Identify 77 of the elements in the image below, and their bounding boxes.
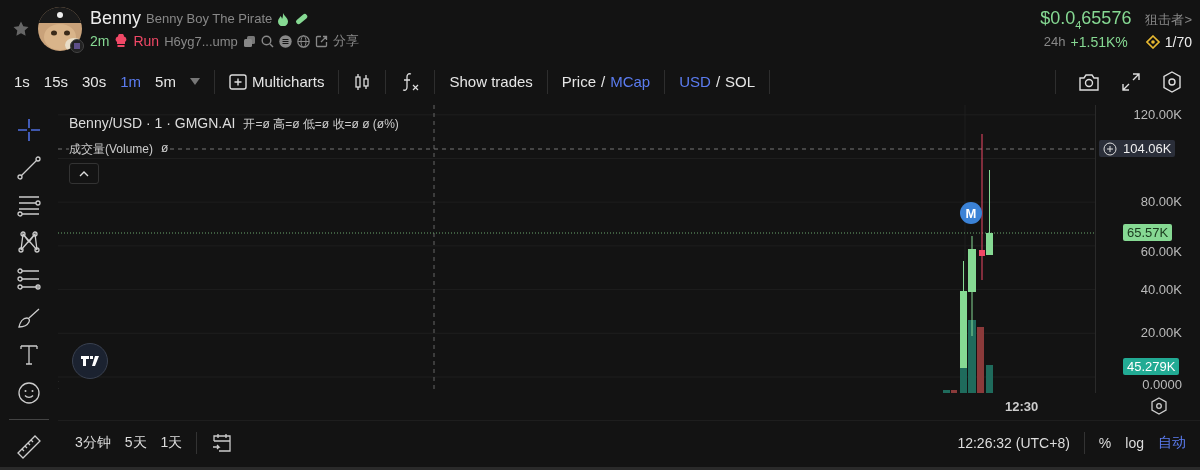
interval-tab[interactable]: 1s [14,73,30,90]
range-button[interactable]: 1天 [160,434,183,452]
logo-icon [81,356,99,366]
share-link[interactable]: 分享 [332,32,359,50]
volume-price-label: 45.279K [1123,358,1180,375]
interval-tab[interactable]: 15s [43,73,69,90]
trend-line-icon[interactable] [16,154,42,181]
price-change: +1.51K% [1070,33,1128,50]
price-mode-option[interactable]: Price [561,73,596,90]
chart-legend: Benny/USD · 1 · GMGN.AI [69,115,236,131]
chevron-up-icon [79,170,89,177]
chart-logo[interactable] [72,343,108,379]
token-address[interactable]: H6yg7...ump [164,33,238,49]
pattern-icon[interactable] [16,229,42,256]
dropdown-caret-icon[interactable] [189,77,200,86]
flame-icon [277,11,290,26]
interval-tab[interactable]: 30s [82,73,107,90]
price-axis-label: 20.00K [1140,325,1182,342]
interval-tab[interactable]: 1m [120,73,142,90]
token-name: Benny Boy The Pirate [146,11,273,26]
range-button[interactable]: 3分钟 [75,434,111,452]
scale-option[interactable]: % [1098,435,1112,451]
scale-option[interactable]: 自动 [1158,434,1186,452]
add-box-icon[interactable] [228,73,247,90]
star-icon[interactable] [12,20,30,38]
price-axis-label: 40.00K [1140,281,1182,298]
add-circle-icon[interactable] [1103,141,1117,156]
crosshair-price-label: 104.06K [1099,140,1176,157]
ruler-icon[interactable] [16,433,42,460]
chain-icon [70,39,84,53]
crosshair-icon[interactable] [16,117,42,143]
clock-time: 12:26:32 (UTC+8) [957,435,1070,451]
volume-label: 成交量(Volume) [69,141,154,158]
volume-value: ø [161,141,169,157]
settings-icon[interactable] [1162,70,1182,93]
fullscreen-icon[interactable] [1122,72,1140,91]
slash-separator: / [715,73,721,90]
change-period: 24h [1043,34,1066,50]
candles-icon[interactable] [353,72,372,91]
axis-settings-icon[interactable] [1150,397,1168,415]
last-price-label: 65.57K [1123,224,1173,241]
price-axis-label: 80.00K [1140,194,1182,211]
scale-option[interactable]: log [1125,435,1144,451]
rank-count: 1/70 [1164,33,1192,50]
token-price: $0.0$_{4}$65576 [1040,8,1132,31]
slash-separator: / [601,73,606,90]
search-icon[interactable] [260,34,274,48]
show-trades-button[interactable]: Show trades [449,73,533,90]
fib-levels-icon[interactable] [16,267,42,293]
price-axis-label: 120.00K [1133,106,1182,123]
sniper-link[interactable]: 狙击者> [1145,10,1192,29]
multicharts-button[interactable]: Multicharts [251,73,325,90]
status-label: Run [133,33,160,49]
price-axis-label: 0.0000 [1142,377,1182,393]
camera-icon[interactable] [1078,71,1100,92]
globe-icon[interactable] [296,34,310,48]
token-symbol: Benny [90,8,142,29]
price-axis-label: 60.00K [1140,243,1182,260]
token-age: 2m [90,33,110,49]
interval-tab[interactable]: 5m [155,73,176,90]
currency-option[interactable]: USD [679,73,711,90]
target-icon [1145,34,1160,49]
function-icon[interactable] [400,71,421,92]
ohlc-values: 开=ø 高=ø 低=ø 收=ø ø (ø%) [243,116,399,133]
emoji-icon[interactable] [16,379,42,406]
volume-bar [986,365,993,393]
marker-badge[interactable]: M [960,202,982,224]
share-icon[interactable] [314,34,328,48]
currency-option[interactable]: SOL [725,73,756,90]
copy-icon[interactable] [242,34,256,48]
chef-hat-icon [114,34,129,48]
collapse-button[interactable] [69,163,99,184]
price-mode-option[interactable]: MCap [610,73,651,90]
time-axis-label: 12:30 [1005,399,1039,414]
range-button[interactable]: 5天 [124,434,147,452]
date-range-icon[interactable] [211,432,234,454]
list-circle-icon[interactable] [278,34,292,48]
